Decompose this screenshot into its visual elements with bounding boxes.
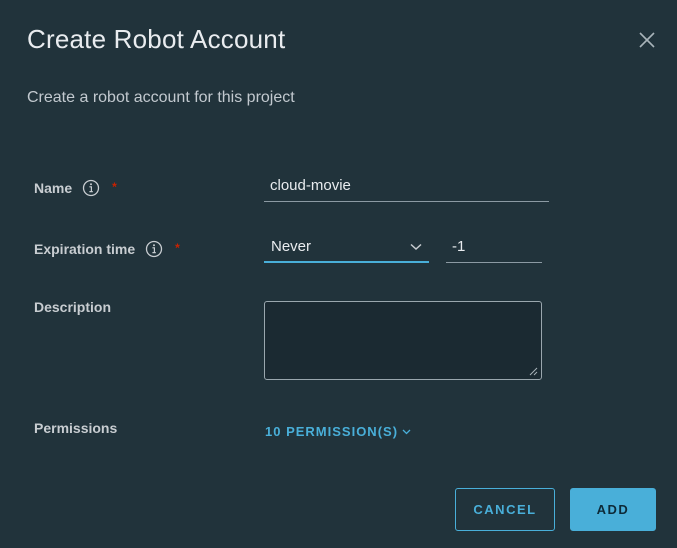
modal-title: Create Robot Account [27, 24, 286, 54]
description-label: Description [34, 299, 112, 315]
create-robot-account-modal: Create Robot Account Create a robot acco… [0, 0, 677, 548]
expiration-days-input[interactable] [446, 237, 542, 263]
add-button[interactable]: ADD [570, 488, 656, 531]
chevron-down-icon [410, 243, 422, 251]
expiration-label: Expiration time [34, 241, 136, 257]
close-icon [639, 32, 655, 48]
name-label-row: Name * [34, 179, 117, 197]
permissions-link-label: 10 PERMISSION(S) [265, 424, 399, 439]
close-button[interactable] [637, 30, 657, 50]
description-textarea[interactable] [264, 301, 542, 380]
info-icon[interactable] [145, 240, 163, 258]
permissions-link[interactable]: 10 PERMISSION(S) [265, 424, 411, 439]
required-marker: * [112, 180, 117, 194]
name-input[interactable] [264, 176, 549, 202]
expiration-label-row: Expiration time * [34, 240, 180, 258]
modal-subtitle: Create a robot account for this project [27, 89, 295, 106]
cancel-button[interactable]: CANCEL [455, 488, 555, 531]
name-label: Name [34, 180, 73, 196]
expiration-select-value: Never [271, 238, 312, 255]
resize-grip-icon[interactable] [529, 367, 538, 376]
chevron-down-icon [402, 429, 411, 434]
required-marker: * [175, 241, 180, 255]
info-icon[interactable] [82, 179, 100, 197]
expiration-select[interactable]: Never [264, 236, 429, 263]
permissions-label: Permissions [34, 420, 118, 436]
